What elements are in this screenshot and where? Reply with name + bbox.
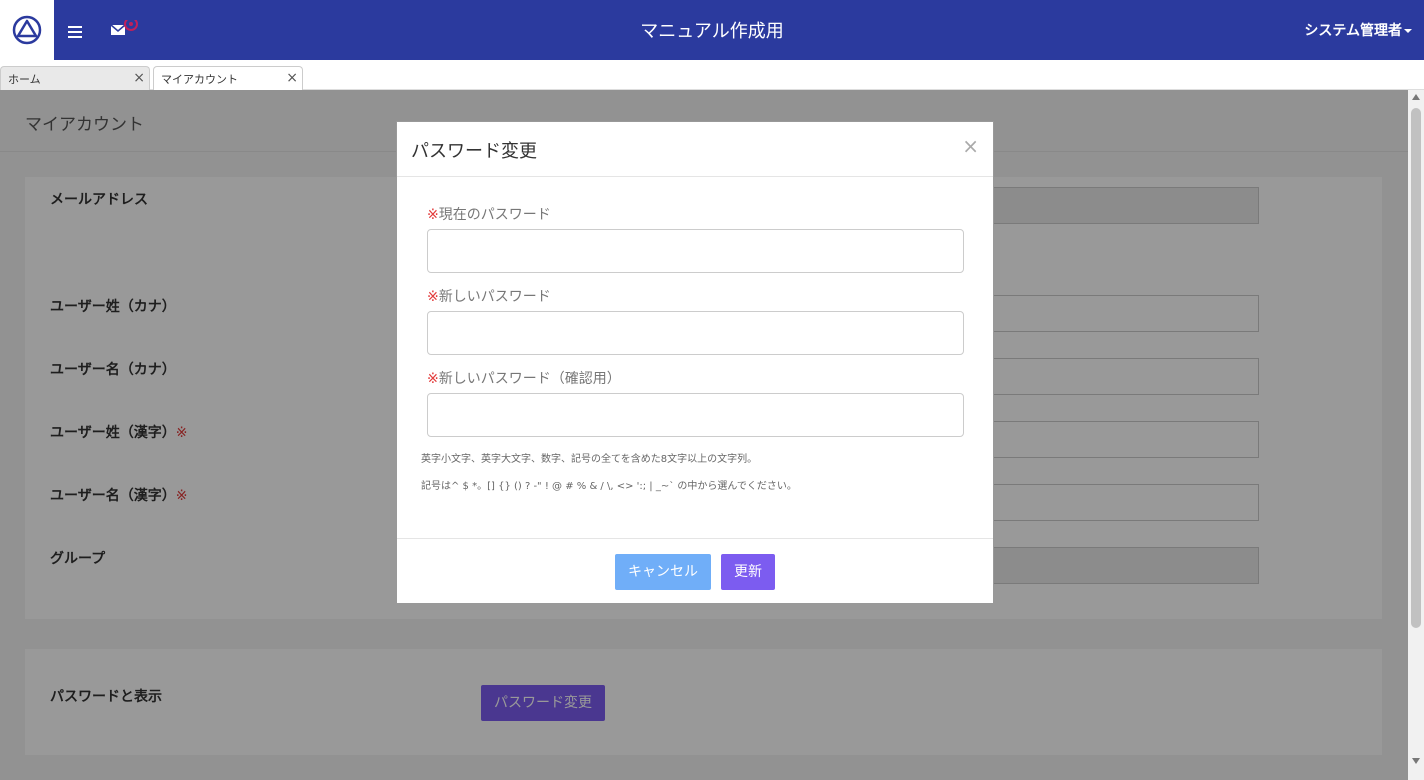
current-password-label: ※現在のパスワード (427, 207, 551, 223)
password-change-modal: パスワード変更 × ※現在のパスワード ※新しいパスワード ※新しいパスワード（… (396, 121, 994, 604)
modal-header: パスワード変更 × (397, 122, 993, 177)
current-password-input[interactable] (427, 229, 964, 273)
update-button[interactable]: 更新 (721, 554, 775, 590)
confirm-password-input[interactable] (427, 393, 964, 437)
confirm-password-label: ※新しいパスワード（確認用） (427, 371, 621, 387)
new-password-input[interactable] (427, 311, 964, 355)
mail-button[interactable] (110, 17, 142, 42)
tab-home[interactable]: ホーム × (0, 66, 150, 90)
user-menu-label: システム管理者 (1304, 23, 1402, 39)
tab-label: マイアカウント (161, 73, 238, 86)
tab-my-account[interactable]: マイアカウント × (153, 66, 303, 90)
tab-label: ホーム (8, 73, 41, 86)
top-header: マニュアル作成用 システム管理者 (0, 0, 1424, 60)
page-scrollbar[interactable] (1408, 90, 1424, 780)
mail-icon (110, 17, 138, 35)
password-symbol-note: 記号は^ $ *。[] {} () ? -" ! @ # % & / \, <>… (421, 481, 797, 492)
password-rule-note: 英字小文字、英字大文字、数字、記号の全てを含めた8文字以上の文字列。 (421, 454, 758, 465)
menu-toggle-button[interactable] (66, 18, 84, 42)
hamburger-icon (68, 23, 82, 41)
close-icon[interactable]: × (962, 134, 979, 158)
cancel-button[interactable]: キャンセル (615, 554, 711, 590)
scroll-down-icon[interactable] (1412, 758, 1420, 764)
logo-icon (12, 15, 42, 45)
app-title: マニュアル作成用 (640, 21, 784, 42)
modal-footer: キャンセル 更新 (397, 538, 993, 604)
scroll-up-icon[interactable] (1412, 94, 1420, 100)
app-logo[interactable] (0, 0, 54, 60)
close-icon[interactable]: × (133, 70, 145, 86)
close-icon[interactable]: × (286, 70, 298, 86)
new-password-label: ※新しいパスワード (427, 289, 551, 305)
user-menu[interactable]: システム管理者 (1304, 20, 1412, 40)
scroll-thumb[interactable] (1411, 108, 1421, 628)
modal-title: パスワード変更 (411, 141, 537, 162)
tab-bar: ホーム × マイアカウント × (0, 60, 1424, 90)
caret-down-icon (1404, 29, 1412, 33)
